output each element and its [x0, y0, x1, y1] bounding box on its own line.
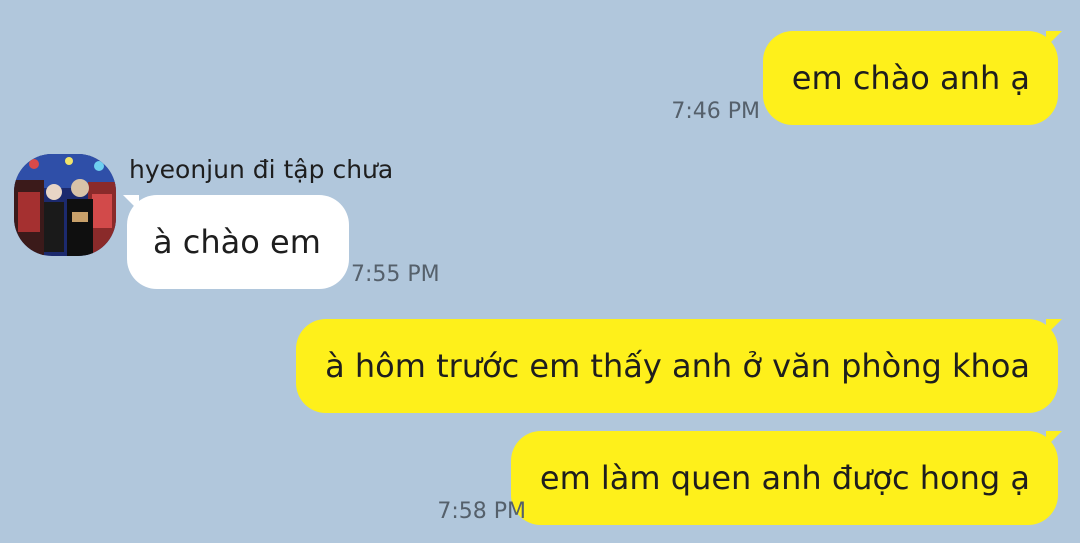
message-bubble-outgoing[interactable]: à hôm trước em thấy anh ở văn phòng khoa: [296, 319, 1062, 413]
message-text: à hôm trước em thấy anh ở văn phòng khoa: [325, 347, 1030, 385]
message-text: em làm quen anh được hong ạ: [539, 459, 1030, 497]
bubble-tail: [1046, 31, 1062, 47]
message-text: em chào anh ạ: [791, 59, 1030, 97]
sender-avatar[interactable]: [14, 154, 116, 256]
message-timestamp: 7:55 PM: [351, 262, 440, 287]
message-bubble-incoming[interactable]: à chào em: [123, 195, 349, 289]
bubble-tail: [1046, 319, 1062, 335]
message-bubble-outgoing[interactable]: em làm quen anh được hong ạ: [510, 431, 1062, 525]
message-timestamp: 7:58 PM: [437, 499, 526, 524]
bubble-tail: [1046, 431, 1062, 447]
message-text: à chào em: [153, 223, 321, 261]
message-bubble-outgoing[interactable]: em chào anh ạ: [762, 31, 1062, 125]
bubble-tail: [123, 195, 139, 211]
profile-photo-icon: [14, 154, 116, 256]
sender-name: hyeonjun đi tập chưa: [129, 155, 394, 184]
message-timestamp: 7:46 PM: [671, 99, 760, 124]
